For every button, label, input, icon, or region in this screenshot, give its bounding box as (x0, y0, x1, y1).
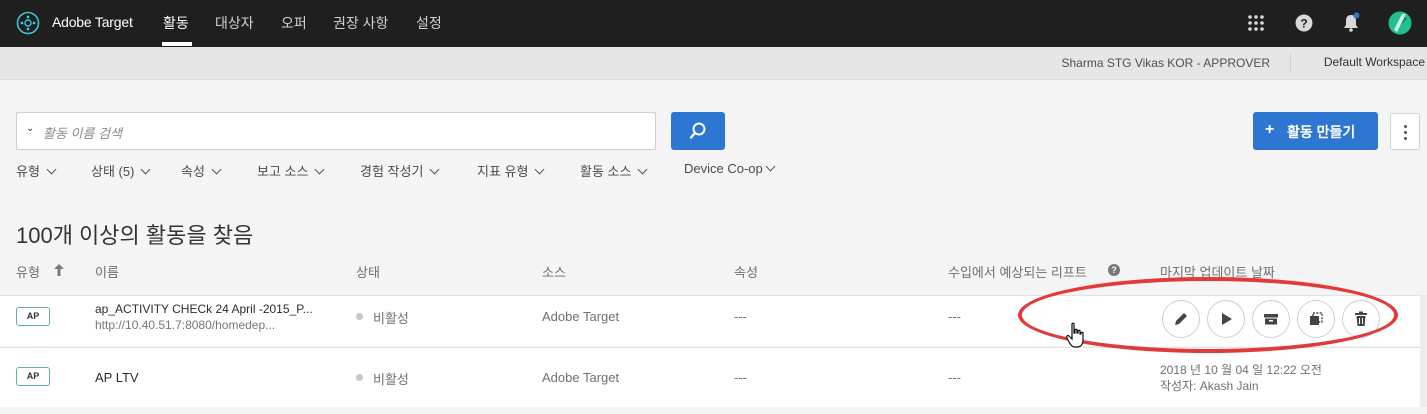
more-options-dot (1404, 131, 1407, 134)
search-scope-chevron-down-icon[interactable]: ⌄ (26, 123, 34, 134)
status-text: 비활성 (373, 372, 409, 387)
filter-reporting-source[interactable]: 보고 소스 (257, 161, 325, 180)
column-header-status[interactable]: 상태 (356, 262, 380, 281)
adobe-target-logo-icon[interactable] (16, 11, 40, 35)
search-placeholder[interactable]: 활동 이름 검색 (43, 123, 122, 142)
filter-device-coop[interactable]: Device Co-op (684, 161, 776, 176)
tab-recommendations[interactable]: 권장 사항 (333, 13, 388, 33)
help-info-icon[interactable]: ? (1108, 264, 1120, 276)
last-updated-date: 2018 년 10 월 04 일 12:22 오전 (1160, 363, 1322, 377)
apps-grid-icon[interactable] (1245, 12, 1267, 34)
filter-status[interactable]: 상태 (5) (91, 161, 151, 180)
filter-label: 지표 유형 (477, 164, 529, 179)
filter-label: 유형 (16, 164, 40, 179)
tab-offers[interactable]: 오퍼 (281, 13, 307, 33)
chevron-down-icon (211, 164, 222, 175)
search-button[interactable] (671, 112, 725, 150)
more-options-dot (1404, 125, 1407, 128)
tab-settings[interactable]: 설정 (416, 13, 442, 33)
filter-label: 활동 소스 (580, 164, 632, 179)
workspace-selector[interactable]: Default Workspace (1324, 55, 1425, 69)
chevron-down-icon (140, 164, 151, 175)
user-avatar-icon[interactable] (1388, 11, 1412, 35)
activity-type-badge: AP (16, 367, 50, 386)
property-text: --- (734, 309, 747, 324)
workspace-bar: Sharma STG Vikas KOR - APPROVER Default … (0, 47, 1427, 80)
more-options-dot (1404, 137, 1407, 140)
sort-ascending-arrow-icon[interactable] (53, 263, 65, 277)
chevron-down-icon (535, 164, 545, 175)
property-text: --- (734, 370, 747, 385)
notifications-bell-icon[interactable] (1340, 12, 1362, 34)
app-brand-name[interactable]: Adobe Target (52, 14, 133, 30)
chevron-down-icon (429, 164, 440, 175)
create-activity-button[interactable]: + 활동 만들기 (1253, 112, 1378, 150)
chevron-down-icon (315, 164, 325, 175)
column-header-name[interactable]: 이름 (95, 262, 119, 281)
column-header-revenue-lift[interactable]: 수입에서 예상되는 리프트 (948, 262, 1087, 281)
active-tab-indicator (162, 42, 192, 46)
chevron-down-icon (46, 164, 57, 175)
filter-label: 상태 (5) (91, 164, 135, 179)
plus-icon: + (1265, 121, 1275, 138)
column-header-source[interactable]: 소스 (542, 262, 566, 281)
current-user-role: Sharma STG Vikas KOR - APPROVER (1061, 56, 1270, 70)
tab-audiences[interactable]: 대상자 (215, 13, 254, 33)
filter-label: Device Co-op (684, 161, 763, 176)
source-text: Adobe Target (542, 370, 620, 385)
help-icon[interactable]: ? (1293, 12, 1315, 34)
results-count: 100개 이상의 활동을 찾음 (16, 223, 254, 248)
activity-search-field[interactable]: ⌄ 활동 이름 검색 (16, 112, 656, 150)
create-activity-label: 활동 만들기 (1287, 124, 1356, 140)
filter-label: 보고 소스 (257, 164, 309, 179)
filter-metric-type[interactable]: 지표 유형 (477, 161, 545, 180)
svg-text:?: ? (1300, 17, 1307, 31)
status-dot-icon (356, 313, 363, 320)
source-text: Adobe Target (542, 309, 620, 324)
vertical-scrollbar[interactable] (1420, 295, 1427, 407)
top-navigation-bar: Adobe Target 활동 대상자 오퍼 권장 사항 설정 ? (0, 0, 1427, 47)
hand-pointer-cursor-icon (1066, 322, 1084, 348)
column-header-property[interactable]: 속성 (734, 262, 758, 281)
filter-type[interactable]: 유형 (16, 161, 57, 180)
filter-label: 경험 작성기 (360, 164, 424, 179)
status-dot-icon (356, 374, 363, 381)
column-header-type[interactable]: 유형 (16, 262, 40, 281)
activity-name-link[interactable]: ap_ACTIVITY CHECk 24 April -2015_P... (95, 302, 313, 316)
lift-text: --- (948, 309, 961, 324)
more-options-button[interactable] (1390, 113, 1420, 150)
activity-url: http://10.40.51.7:8080/homedep... (95, 318, 276, 332)
activity-type-badge: AP (16, 307, 50, 326)
filter-activity-source[interactable]: 활동 소스 (580, 161, 648, 180)
filter-property[interactable]: 속성 (181, 161, 222, 180)
filter-experience-composer[interactable]: 경험 작성기 (360, 161, 440, 180)
tab-activities[interactable]: 활동 (163, 13, 189, 33)
status-text: 비활성 (373, 311, 409, 326)
chevron-down-icon (765, 161, 776, 172)
chevron-down-icon (638, 164, 648, 175)
search-icon (689, 122, 706, 139)
activity-name-link[interactable]: AP LTV (95, 370, 139, 385)
filter-label: 속성 (181, 164, 205, 179)
divider (1290, 54, 1291, 72)
lift-text: --- (948, 370, 961, 385)
author-text: 작성자: Akash Jain (1160, 379, 1259, 393)
